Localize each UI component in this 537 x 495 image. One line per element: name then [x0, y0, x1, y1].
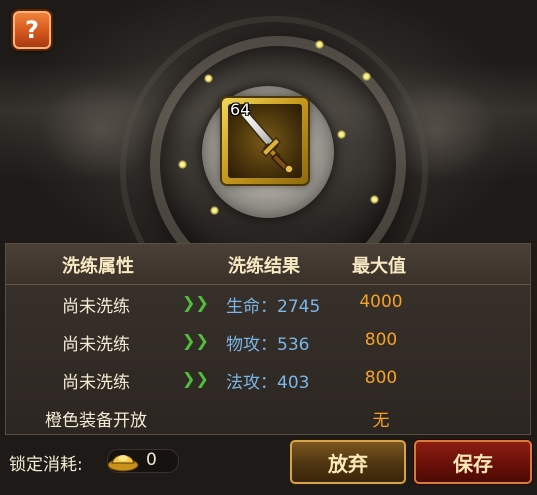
- sparkle-icon: [337, 130, 346, 139]
- sparkle-icon: [178, 160, 187, 169]
- row-result: 物攻：536: [226, 335, 310, 355]
- double-chevron-right-icon: ❯❯: [182, 369, 209, 388]
- attribute-row: 尚未洗练 ❯❯ 物攻：536 800: [6, 322, 530, 360]
- sparkle-icon: [210, 206, 219, 215]
- row-result: 法攻：403: [226, 373, 310, 393]
- refine-window: ? 64 洗练属性 洗练结果 最大值 尚未洗练 ❯❯ 生命：2745 4000 …: [0, 0, 537, 495]
- lock-cost-label: 锁定消耗:: [9, 455, 83, 475]
- row-status: 尚未洗练: [62, 335, 130, 355]
- abandon-button[interactable]: 放弃: [290, 440, 406, 484]
- header-max: 最大值: [352, 256, 406, 277]
- attributes-panel: 洗练属性 洗练结果 最大值 尚未洗练 ❯❯ 生命：2745 4000 尚未洗练 …: [5, 243, 531, 435]
- sparkle-icon: [204, 74, 213, 83]
- row-max: 800: [364, 330, 398, 350]
- row-status: 尚未洗练: [62, 297, 130, 317]
- sparkle-icon: [362, 72, 371, 81]
- attributes-header: 洗练属性 洗练结果 最大值: [6, 244, 530, 285]
- double-chevron-right-icon: ❯❯: [182, 331, 209, 350]
- save-button[interactable]: 保存: [414, 440, 532, 484]
- row-status: 橙色装备开放: [45, 411, 147, 431]
- item-level-label: 64: [230, 100, 251, 119]
- help-button[interactable]: ?: [13, 11, 51, 49]
- gold-ingot-icon: [107, 455, 139, 472]
- double-chevron-right-icon: ❯❯: [182, 293, 209, 312]
- row-max: 无: [372, 411, 390, 431]
- equipment-slot[interactable]: 64: [222, 98, 308, 184]
- attribute-row: 尚未洗练 ❯❯ 法攻：403 800: [6, 360, 530, 398]
- row-max: 4000: [359, 292, 403, 312]
- attribute-row: 橙色装备开放 无: [6, 398, 530, 436]
- header-attribute: 洗练属性: [62, 256, 134, 277]
- row-status: 尚未洗练: [62, 373, 130, 393]
- row-max: 800: [364, 368, 398, 388]
- attribute-row: 尚未洗练 ❯❯ 生命：2745 4000: [6, 284, 530, 322]
- row-result: 生命：2745: [226, 297, 321, 317]
- header-result: 洗练结果: [228, 256, 300, 277]
- sparkle-icon: [370, 195, 379, 204]
- lock-cost-value: 0: [146, 450, 157, 470]
- sparkle-icon: [315, 40, 324, 49]
